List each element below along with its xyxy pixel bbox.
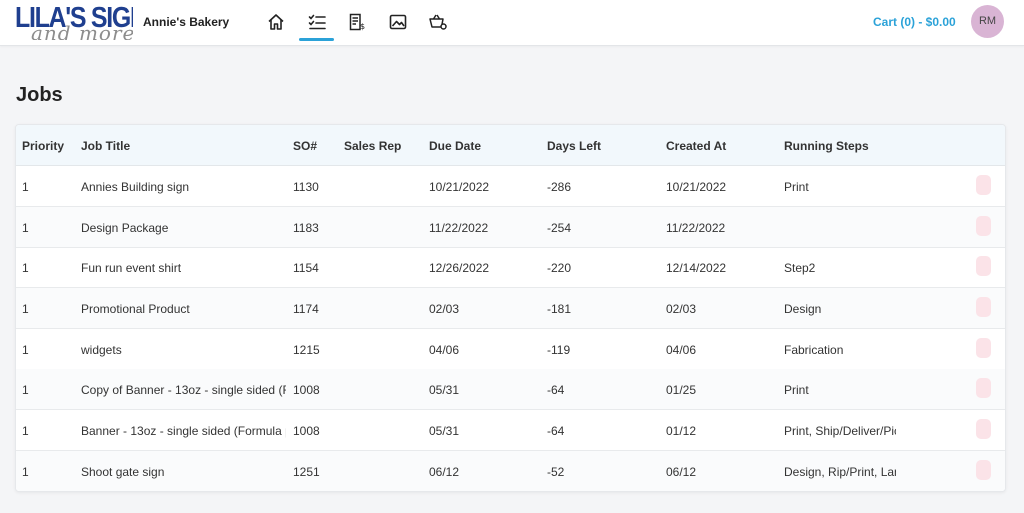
cell-job-title: Promotional Product: [81, 302, 190, 316]
row-action-button[interactable]: [976, 256, 991, 276]
cell-so-number: 1008: [293, 424, 320, 438]
column-running-steps[interactable]: Running Steps: [784, 139, 869, 153]
row-action-button[interactable]: [976, 216, 991, 236]
cell-days-left: -286: [547, 180, 572, 194]
cell-job-title: Shoot gate sign: [81, 465, 165, 479]
column-so-number[interactable]: SO#: [293, 139, 317, 153]
cell-job-title: Design Package: [81, 221, 169, 235]
row-action-button[interactable]: [976, 297, 991, 317]
cell-days-left: -181: [547, 302, 572, 316]
cell-created-at: 01/12: [666, 424, 697, 438]
cell-priority: 1: [22, 383, 29, 397]
cart-link[interactable]: Cart (0) - $0.00: [873, 15, 956, 29]
row-action-button[interactable]: [976, 419, 991, 439]
cell-priority: 1: [22, 465, 29, 479]
cell-so-number: 1154: [293, 261, 319, 275]
svg-text:$: $: [360, 22, 365, 31]
cell-priority: 1: [22, 343, 29, 357]
active-nav-indicator: [299, 38, 334, 41]
cell-so-number: 1251: [293, 465, 320, 479]
cell-days-left: -119: [547, 343, 571, 357]
table-header: Priority Job Title SO# Sales Rep Due Dat…: [16, 125, 1005, 166]
cell-due-date: 05/31: [429, 383, 460, 397]
cell-running-steps: Design, Rip/Print, Laminate: [784, 465, 896, 479]
basket-settings-icon[interactable]: [428, 12, 448, 32]
company-logo[interactable]: LILA'S SIGNS and more: [15, 3, 133, 40]
page-title: Jobs: [16, 84, 63, 106]
cell-priority: 1: [22, 180, 29, 194]
cell-priority: 1: [22, 424, 29, 438]
row-action-button[interactable]: [976, 338, 991, 358]
cell-running-steps: Print, Ship/Deliver/Pickup: [784, 424, 896, 438]
column-created-at[interactable]: Created At: [666, 139, 726, 153]
cell-so-number: 1008: [293, 383, 320, 397]
top-navbar: LILA'S SIGNS and more Annie's Bakery $ C…: [0, 0, 1024, 46]
table-row[interactable]: 1 Banner - 13oz - single sided (Formula …: [16, 410, 1005, 451]
table-row[interactable]: 1 Promotional Product 1174 02/03 -181 02…: [16, 288, 1005, 329]
cell-running-steps: Fabrication: [784, 343, 844, 357]
cell-created-at: 11/22/2022: [666, 221, 726, 235]
cell-running-steps: Step2: [784, 261, 816, 275]
cell-days-left: -64: [547, 424, 565, 438]
cell-so-number: 1174: [293, 302, 319, 316]
cell-due-date: 05/31: [429, 424, 460, 438]
cell-due-date: 12/26/2022: [429, 261, 490, 275]
cell-job-title: widgets: [81, 343, 122, 357]
column-due-date[interactable]: Due Date: [429, 139, 481, 153]
cell-so-number: 1183: [293, 221, 319, 235]
cell-created-at: 12/14/2022: [666, 261, 727, 275]
cell-priority: 1: [22, 302, 29, 316]
cell-due-date: 10/21/2022: [429, 180, 490, 194]
cell-priority: 1: [22, 221, 29, 235]
image-icon[interactable]: [388, 12, 408, 32]
cell-days-left: -220: [547, 261, 572, 275]
table-row[interactable]: 1 widgets 1215 04/06 -119 04/06 Fabricat…: [16, 329, 1005, 370]
cell-job-title: Banner - 13oz - single sided (Formula pr…: [81, 424, 286, 438]
cell-created-at: 10/21/2022: [666, 180, 727, 194]
table-row[interactable]: 1 Fun run event shirt 1154 12/26/2022 -2…: [16, 247, 1005, 288]
cell-running-steps: Print: [784, 383, 809, 397]
cell-running-steps: Design: [784, 302, 822, 316]
cell-job-title: Copy of Banner - 13oz - single sided (Fo…: [81, 383, 286, 397]
cell-created-at: 06/12: [666, 465, 697, 479]
cell-due-date: 04/06: [429, 343, 460, 357]
home-icon[interactable]: [266, 12, 286, 32]
row-action-button[interactable]: [976, 378, 991, 398]
table-row[interactable]: 1 Shoot gate sign 1251 06/12 -52 06/12 D…: [16, 451, 1005, 491]
column-priority[interactable]: Priority: [22, 139, 64, 153]
cell-job-title: Annies Building sign: [81, 180, 190, 194]
cell-days-left: -64: [547, 383, 565, 397]
table-row[interactable]: 1 Annies Building sign 1130 10/21/2022 -…: [16, 166, 1005, 207]
cell-due-date: 11/22/2022: [429, 221, 489, 235]
cell-created-at: 04/06: [666, 343, 697, 357]
user-avatar[interactable]: RM: [971, 5, 1004, 38]
cell-running-steps: Print: [784, 180, 809, 194]
table-row[interactable]: 1 Copy of Banner - 13oz - single sided (…: [16, 369, 1005, 410]
cell-so-number: 1130: [293, 180, 319, 194]
cell-days-left: -52: [547, 465, 565, 479]
column-job-title[interactable]: Job Title: [81, 139, 130, 153]
row-action-button[interactable]: [976, 460, 991, 480]
cell-due-date: 06/12: [429, 465, 460, 479]
row-action-button[interactable]: [976, 175, 991, 195]
logo-script-text: and more: [31, 21, 133, 40]
cell-created-at: 01/25: [666, 383, 697, 397]
column-days-left[interactable]: Days Left: [547, 139, 601, 153]
cell-days-left: -254: [547, 221, 572, 235]
cell-job-title: Fun run event shirt: [81, 261, 182, 275]
jobs-table: Priority Job Title SO# Sales Rep Due Dat…: [15, 124, 1006, 492]
cell-due-date: 02/03: [429, 302, 460, 316]
invoice-icon[interactable]: $: [347, 12, 367, 32]
table-row[interactable]: 1 Design Package 1183 11/22/2022 -254 11…: [16, 207, 1005, 248]
column-sales-rep[interactable]: Sales Rep: [344, 139, 401, 153]
company-name: Annie's Bakery: [143, 15, 230, 29]
cell-so-number: 1215: [293, 343, 320, 357]
checklist-icon[interactable]: [307, 12, 327, 32]
cell-created-at: 02/03: [666, 302, 697, 316]
cell-priority: 1: [22, 261, 29, 275]
